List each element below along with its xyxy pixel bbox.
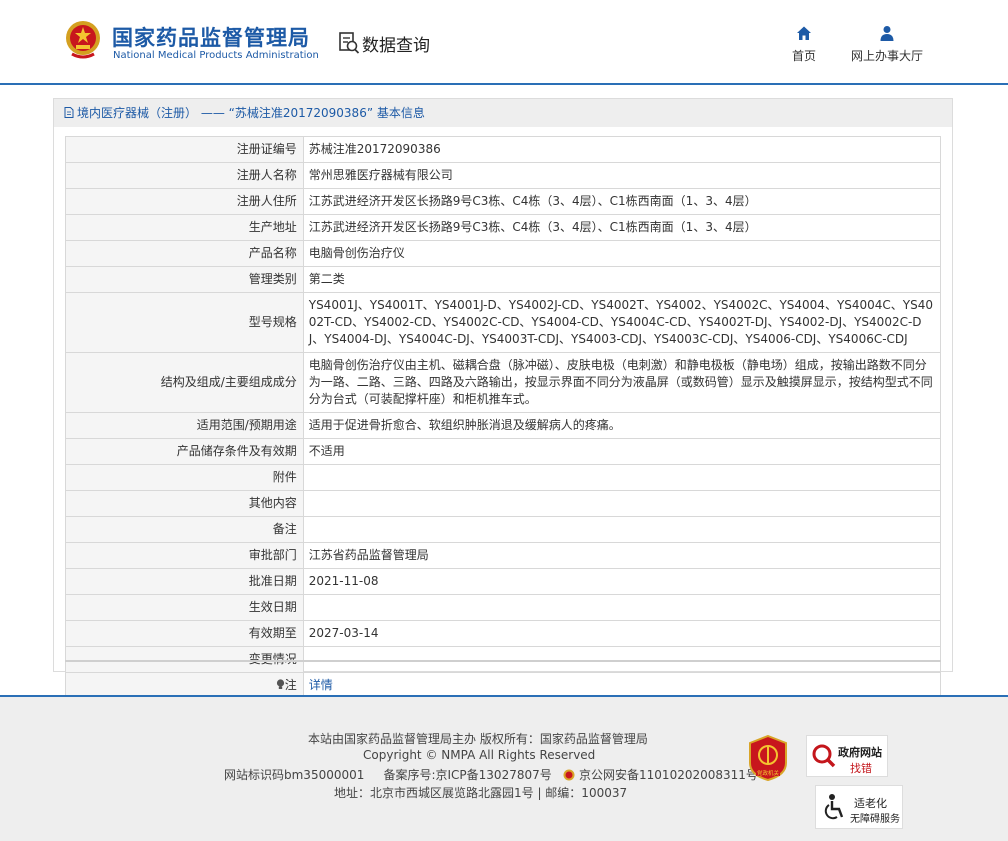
field-value: 江苏武进经济开发区长扬路9号C3栋、C4栋（3、4层）、C1栋西南面（1、3、4… xyxy=(302,188,942,215)
site-footer: 本站由国家药品监督管理局主办 版权所有：国家药品监督管理局 Copyright … xyxy=(0,695,1008,841)
field-label: 注册人名称 xyxy=(65,162,304,189)
field-label: 批准日期 xyxy=(65,568,304,595)
gov-error-title: 政府网站 xyxy=(838,746,882,759)
table-row: 结构及组成/主要组成成分 电脑骨创伤治疗仪由主机、磁耦合盘（脉冲磁）、皮肤电极（电… xyxy=(65,352,942,413)
table-row: 批准日期 2021-11-08 xyxy=(65,568,942,595)
table-row: 型号规格 YS4001J、YS4001T、YS4001J-D、YS4002J-CD… xyxy=(65,292,942,353)
breadcrumb-text: 境内医疗器械（注册） —— “苏械注准20172090386” 基本信息 xyxy=(77,106,425,120)
field-label: 适用范围/预期用途 xyxy=(65,412,304,439)
data-query-icon xyxy=(339,32,360,54)
field-value: 电脑骨创伤治疗仪 xyxy=(302,240,942,267)
police-badge-icon xyxy=(563,769,575,781)
nav-online-hall[interactable]: 网上办事大厅 xyxy=(846,24,928,64)
accessibility-title: 适老化 xyxy=(854,797,887,810)
field-label: 有效期至 xyxy=(65,620,304,647)
detail-table: 注册证编号 苏械注准20172090386 注册人名称 常州思雅医疗器械有限公司 注… xyxy=(65,136,942,699)
data-query-label: 数据查询 xyxy=(362,35,430,56)
breadcrumb: 境内医疗器械（注册） —— “苏械注准20172090386” 基本信息 xyxy=(54,99,952,127)
field-value xyxy=(302,516,942,543)
nav-home[interactable]: 首页 xyxy=(784,24,824,64)
table-row: 附件 xyxy=(65,464,942,491)
table-row: 有效期至 2027-03-14 xyxy=(65,620,942,647)
logo-subtitle: National Medical Products Administration xyxy=(113,50,319,61)
field-value: 苏械注准20172090386 xyxy=(302,136,942,163)
user-icon xyxy=(880,26,894,41)
accessibility-badge[interactable]: 适老化 无障碍服务 xyxy=(815,785,903,829)
table-row: 注册证编号 苏械注准20172090386 xyxy=(65,136,942,163)
footer-address: 地址：北京市西城区展览路北露园1号 | 邮编：100037 xyxy=(334,786,628,800)
gov-error-badge[interactable]: 政府网站 找错 xyxy=(806,735,888,777)
gov-badge-icon[interactable]: 党政机关 xyxy=(748,735,788,781)
field-label: 产品储存条件及有效期 xyxy=(65,438,304,465)
field-value: YS4001J、YS4001T、YS4001J-D、YS4002J-CD、YS4… xyxy=(302,292,942,353)
field-label: 附件 xyxy=(65,464,304,491)
gov-error-icon xyxy=(812,744,836,768)
table-row: 产品名称 电脑骨创伤治疗仪 xyxy=(65,240,942,267)
footer-registration: 网站标识码bm35000001 备案序号:京ICP备13027807号 京公网安… xyxy=(224,766,758,783)
table-row: 管理类别 第二类 xyxy=(65,266,942,293)
footer-icp-link[interactable]: 备案序号:京ICP备13027807号 xyxy=(383,768,551,782)
data-query-title[interactable]: 数据查询 xyxy=(338,30,430,56)
field-value: 常州思雅医疗器械有限公司 xyxy=(302,162,942,189)
gov-error-sub: 找错 xyxy=(850,762,872,775)
footer-sponsor: 本站由国家药品监督管理局主办 版权所有：国家药品监督管理局 xyxy=(308,732,648,746)
field-value xyxy=(302,464,942,491)
field-value xyxy=(302,594,942,621)
note-label: 注 xyxy=(284,678,297,692)
table-row: 生产地址 江苏武进经济开发区长扬路9号C3栋、C4栋（3、4层）、C1栋西南面（1… xyxy=(65,214,942,241)
field-label: 型号规格 xyxy=(65,292,304,353)
gov-badge-text: 党政机关 xyxy=(757,769,780,777)
field-value: 江苏武进经济开发区长扬路9号C3栋、C4栋（3、4层）、C1栋西南面（1、3、4… xyxy=(302,214,942,241)
footer-site-id: 网站标识码bm35000001 xyxy=(224,768,365,782)
field-label: 生效日期 xyxy=(65,594,304,621)
field-label: 其他内容 xyxy=(65,490,304,517)
table-row: 产品储存条件及有效期 不适用 xyxy=(65,438,942,465)
nav-online-hall-label: 网上办事大厅 xyxy=(850,49,923,63)
table-bottom-border xyxy=(65,660,941,662)
accessibility-icon xyxy=(824,794,844,820)
field-label: 管理类别 xyxy=(65,266,304,293)
field-value: 江苏省药品监督管理局 xyxy=(302,542,942,569)
logo-title[interactable]: 国家药品监督管理局 xyxy=(112,22,310,52)
field-label: 生产地址 xyxy=(65,214,304,241)
field-value: 电脑骨创伤治疗仪由主机、磁耦合盘（脉冲磁）、皮肤电极（电刺激）和静电极板（静电场… xyxy=(302,352,942,413)
field-label: 注册人住所 xyxy=(65,188,304,215)
table-row: 其他内容 xyxy=(65,490,942,517)
accessibility-sub: 无障碍服务 xyxy=(850,814,900,825)
table-row: 注册人名称 常州思雅医疗器械有限公司 xyxy=(65,162,942,189)
document-icon xyxy=(64,107,74,118)
field-value: 2027-03-14 xyxy=(302,620,942,647)
table-row: 审批部门 江苏省药品监督管理局 xyxy=(65,542,942,569)
table-row: 备注 xyxy=(65,516,942,543)
field-label: 结构及组成/主要组成成分 xyxy=(65,352,304,413)
field-label: 注册证编号 xyxy=(65,136,304,163)
detail-panel: 境内医疗器械（注册） —— “苏械注准20172090386” 基本信息 注册证… xyxy=(53,98,953,699)
field-value: 不适用 xyxy=(302,438,942,465)
field-value: 第二类 xyxy=(302,266,942,293)
footer-copyright: Copyright © NMPA All Rights Reserved xyxy=(363,748,596,762)
national-emblem-icon xyxy=(66,21,100,59)
home-icon xyxy=(797,26,811,40)
table-row: 生效日期 xyxy=(65,594,942,621)
details-link[interactable]: 详情 xyxy=(309,678,333,692)
nav-home-label: 首页 xyxy=(791,49,816,63)
field-value: 2021-11-08 xyxy=(302,568,942,595)
table-row: 注册人住所 江苏武进经济开发区长扬路9号C3栋、C4栋（3、4层）、C1栋西南面（… xyxy=(65,188,942,215)
field-label: 产品名称 xyxy=(65,240,304,267)
field-value: 适用于促进骨折愈合、软组织肿胀消退及缓解病人的疼痛。 xyxy=(302,412,942,439)
site-header: 国家药品监督管理局 National Medical Products Admi… xyxy=(0,0,1008,84)
bulb-icon xyxy=(276,679,284,689)
field-value xyxy=(302,490,942,517)
table-row: 适用范围/预期用途 适用于促进骨折愈合、软组织肿胀消退及缓解病人的疼痛。 xyxy=(65,412,942,439)
header-divider xyxy=(0,83,1008,85)
footer-police-link[interactable]: 京公网安备11010202008311号 xyxy=(579,768,758,782)
field-label: 审批部门 xyxy=(65,542,304,569)
field-label: 备注 xyxy=(65,516,304,543)
